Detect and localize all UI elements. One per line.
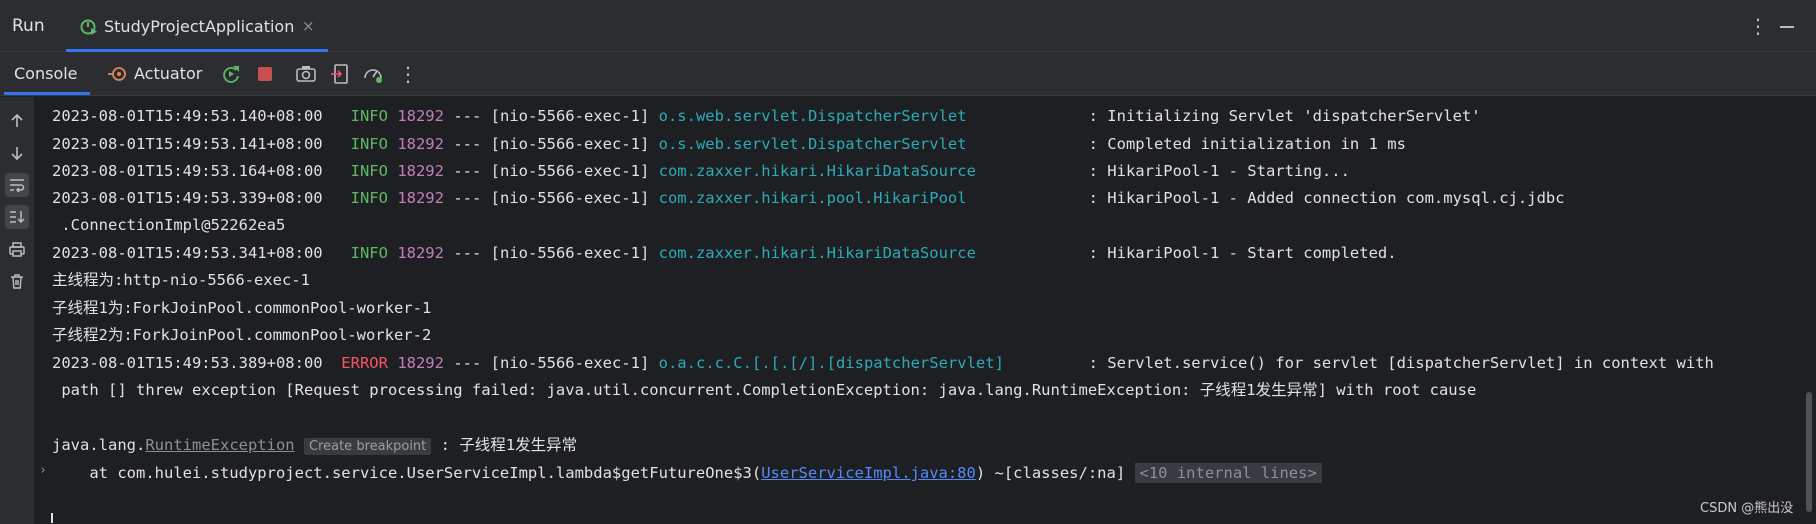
vertical-scrollbar[interactable] [1806, 392, 1812, 512]
tab-study-project-application[interactable]: StudyProjectApplication × [66, 0, 328, 52]
internal-lines-fold[interactable]: <10 internal lines> [1134, 463, 1322, 483]
error-log-line: 2023-08-01T15:49:53.389+08:00 ERROR 1829… [52, 354, 1714, 372]
stdout-line: 子线程2为:ForkJoinPool.commonPool-worker-2 [52, 326, 432, 344]
error-log-line-wrap: path [] threw exception [Request process… [52, 381, 1477, 399]
run-title: Run [12, 16, 45, 36]
log-line: 2023-08-01T15:49:53.140+08:00 INFO 18292… [52, 107, 1481, 125]
exception-class-link[interactable]: RuntimeException [145, 436, 294, 454]
scroll-down-icon[interactable] [5, 141, 29, 165]
tab-console[interactable]: Console [14, 64, 78, 83]
close-icon[interactable]: × [302, 17, 315, 35]
expand-chevron-icon[interactable]: › [39, 463, 47, 478]
scroll-to-end-icon[interactable] [5, 205, 29, 229]
print-icon[interactable] [5, 237, 29, 261]
stdout-line: 子线程1为:ForkJoinPool.commonPool-worker-1 [52, 299, 432, 317]
exit-icon[interactable] [328, 62, 352, 86]
log-line-wrap: .ConnectionImpl@52262ea5 [52, 216, 286, 234]
console-output[interactable]: 2023-08-01T15:49:53.140+08:00 INFO 18292… [34, 97, 1816, 524]
soft-wrap-icon[interactable] [5, 173, 29, 197]
stop-icon[interactable] [253, 62, 277, 86]
rerun-icon[interactable] [219, 62, 243, 86]
profiler-icon[interactable] [361, 62, 385, 86]
log-line: 2023-08-01T15:49:53.164+08:00 INFO 18292… [52, 162, 1350, 180]
actuator-icon [108, 67, 126, 81]
exception-line: java.lang.RuntimeException Create breakp… [52, 436, 578, 455]
text-caret [51, 513, 53, 523]
run-toolbar: Console Actuator ⋮ [0, 52, 1816, 96]
console-sidebar [0, 97, 34, 524]
clear-all-icon[interactable] [5, 269, 29, 293]
log-line: 2023-08-01T15:49:53.341+08:00 INFO 18292… [52, 244, 1397, 262]
minimize-icon[interactable] [1780, 26, 1794, 28]
watermark: CSDN @熊出没 [1700, 501, 1794, 516]
scroll-up-icon[interactable] [5, 109, 29, 133]
tab-actuator[interactable]: Actuator [134, 64, 202, 83]
log-line: 2023-08-01T15:49:53.339+08:00 INFO 18292… [52, 189, 1565, 207]
stdout-line: 主线程为:http-nio-5566-exec-1 [52, 271, 310, 289]
more-options-icon[interactable]: ⋮ [1748, 14, 1768, 38]
tool-window-header: Run StudyProjectApplication × ⋮ [0, 0, 1816, 52]
camera-icon[interactable] [294, 62, 318, 86]
more-actions-icon[interactable]: ⋮ [398, 62, 418, 86]
source-file-link[interactable]: UserServiceImpl.java:80 [761, 464, 976, 482]
tab-label: StudyProjectApplication [104, 17, 295, 36]
log-line: 2023-08-01T15:49:53.141+08:00 INFO 18292… [52, 135, 1406, 153]
spring-boot-run-icon [80, 19, 97, 35]
console-active-indicator [4, 92, 90, 95]
stack-trace-line: at com.hulei.studyproject.service.UserSe… [52, 463, 1322, 483]
create-breakpoint-button[interactable]: Create breakpoint [303, 438, 432, 455]
